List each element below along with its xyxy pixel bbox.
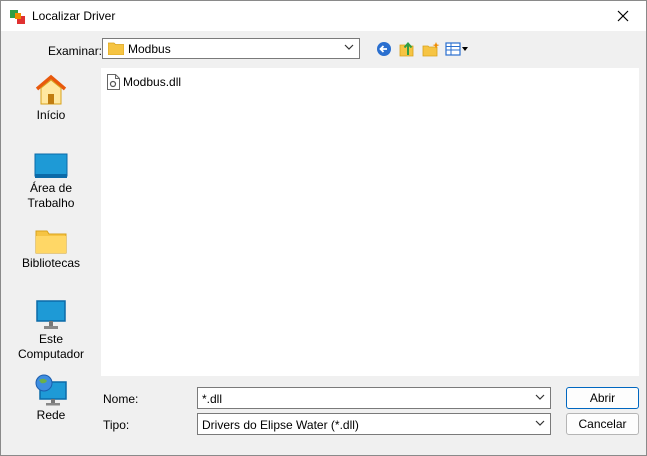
desktop-icon bbox=[34, 153, 68, 178]
chevron-down-icon bbox=[535, 420, 545, 426]
title-bar: Localizar Driver bbox=[1, 1, 646, 31]
look-in-dropdown[interactable]: Modbus bbox=[102, 38, 360, 59]
place-label: Bibliotecas bbox=[21, 256, 81, 270]
place-label: Este Computador bbox=[17, 332, 85, 361]
dll-file-icon bbox=[107, 74, 120, 90]
home-icon bbox=[35, 74, 67, 105]
place-label: Início bbox=[36, 108, 66, 122]
look-in-value: Modbus bbox=[128, 42, 171, 56]
libraries-folder-icon bbox=[35, 230, 67, 254]
file-type-label: Tipo: bbox=[103, 418, 130, 432]
open-button[interactable]: Abrir bbox=[566, 387, 639, 409]
chevron-down-icon bbox=[535, 394, 545, 400]
close-button[interactable] bbox=[600, 1, 646, 31]
file-name-label: Nome: bbox=[103, 392, 139, 406]
place-home[interactable]: Início bbox=[7, 74, 95, 123]
list-item[interactable]: Modbus.dll bbox=[107, 74, 181, 90]
file-name-input[interactable]: *.dll bbox=[197, 387, 551, 409]
new-folder-icon[interactable] bbox=[422, 41, 440, 57]
file-name: Modbus.dll bbox=[123, 75, 182, 89]
window-title: Localizar Driver bbox=[32, 9, 116, 23]
view-menu-icon[interactable] bbox=[445, 41, 469, 57]
file-name-value: *.dll bbox=[202, 392, 223, 406]
places-bar: Início Área de Trabalho Bibliotecas Este… bbox=[7, 67, 95, 447]
place-label: Rede bbox=[36, 408, 66, 422]
look-in-label: Examinar: bbox=[48, 44, 103, 58]
back-icon[interactable] bbox=[376, 41, 394, 57]
computer-icon bbox=[36, 300, 66, 329]
up-folder-icon[interactable] bbox=[399, 41, 417, 57]
place-libraries[interactable]: Bibliotecas bbox=[7, 228, 95, 271]
place-desktop[interactable]: Área de Trabalho bbox=[7, 153, 95, 211]
close-icon bbox=[617, 10, 629, 22]
folder-icon bbox=[108, 42, 124, 55]
file-type-value: Drivers do Elipse Water (*.dll) bbox=[202, 418, 359, 432]
place-label: Área de Trabalho bbox=[27, 181, 75, 210]
file-list[interactable]: Modbus.dll bbox=[101, 68, 639, 376]
cancel-button[interactable]: Cancelar bbox=[566, 413, 639, 435]
place-computer[interactable]: Este Computador bbox=[7, 300, 95, 362]
locate-driver-dialog: Localizar Driver Examinar: Modbus Início… bbox=[0, 0, 647, 456]
place-network[interactable]: Rede bbox=[7, 374, 95, 423]
app-icon bbox=[10, 10, 25, 24]
network-icon bbox=[35, 374, 67, 406]
file-type-dropdown[interactable]: Drivers do Elipse Water (*.dll) bbox=[197, 413, 551, 435]
chevron-down-icon bbox=[344, 44, 354, 50]
